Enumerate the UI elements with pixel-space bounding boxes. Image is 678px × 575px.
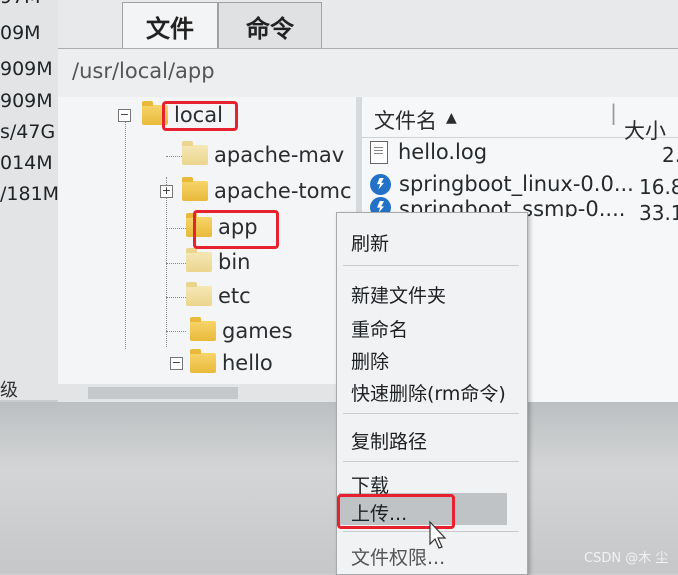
menu-item-rename[interactable]: 重命名 [351, 315, 408, 342]
expand-icon[interactable]: + [160, 185, 173, 198]
tree-item-label: etc [218, 284, 251, 308]
file-name: hello.log [398, 140, 488, 164]
menu-item-new-folder[interactable]: 新建文件夹 [351, 281, 446, 308]
column-header-size[interactable]: 大小 [624, 115, 666, 145]
size-value: 09M [0, 22, 41, 44]
file-list-header: 文件名 ▲ | 大小 [362, 97, 678, 143]
tree-item-label: apache-mav [214, 143, 345, 167]
menu-item-quick-delete[interactable]: 快速删除(rm命令) [351, 379, 506, 406]
tree-item-hello[interactable]: hello [190, 349, 273, 375]
menu-separator [343, 461, 519, 462]
document-icon [370, 140, 388, 164]
tree-item-apache-tomcat[interactable]: apache-tomc [182, 177, 352, 203]
sort-ascending-icon: ▲ [446, 110, 457, 126]
tree-scrollbar[interactable] [58, 384, 358, 402]
tree-line [125, 119, 126, 349]
tree-item-label: hello [222, 351, 273, 375]
menu-separator [343, 265, 519, 266]
java-jar-icon [370, 173, 391, 195]
menu-separator [343, 413, 519, 414]
watermark: CSDN @木 尘 [584, 551, 669, 566]
path-bar[interactable]: /usr/local/app [58, 48, 678, 98]
tree-item-label: bin [218, 250, 251, 274]
size-value: 97M [0, 0, 41, 8]
folder-icon [182, 177, 208, 201]
tree-item-apache-maven[interactable]: apache-mav [182, 141, 345, 167]
tree-line [166, 156, 182, 157]
menu-item-copy-path[interactable]: 复制路径 [351, 427, 427, 454]
tab-bar: 文件 命令 [58, 0, 678, 49]
tree-line [166, 263, 186, 264]
size-value: 909M [0, 90, 53, 112]
folder-icon [186, 282, 212, 306]
folder-icon [186, 248, 212, 272]
tree-item-etc[interactable]: etc [186, 282, 251, 308]
tree-item-games[interactable]: games [190, 317, 293, 343]
tree-item-label: games [222, 319, 293, 343]
file-name: springboot_linux-0.0... [399, 172, 634, 196]
size-value: /181M [0, 183, 60, 205]
column-header-name[interactable]: 文件名 [374, 105, 437, 135]
tree-item-label: apache-tomc [214, 179, 352, 203]
tree-line [166, 228, 186, 229]
left-size-strip: 97M 09M 909M 909M s/47G 014M /181M [0, 0, 60, 400]
tree-line [166, 297, 186, 298]
mouse-cursor-icon [429, 520, 447, 549]
status-text: 级 [0, 380, 18, 401]
path-text: /usr/local/app [72, 59, 215, 83]
scrollbar-thumb[interactable] [88, 387, 238, 399]
tree-line [166, 331, 186, 332]
file-size: 33.1 [639, 201, 678, 225]
folder-icon [182, 141, 208, 165]
menu-item-delete[interactable]: 删除 [351, 347, 389, 374]
tab-files[interactable]: 文件 [122, 2, 218, 49]
menu-item-refresh[interactable]: 刷新 [351, 229, 389, 256]
highlight-box-local [162, 101, 238, 131]
size-value: 909M [0, 58, 53, 80]
tab-commands[interactable]: 命令 [218, 2, 322, 49]
size-value: s/47G [0, 121, 56, 143]
size-value: 014M [0, 152, 53, 174]
folder-icon [190, 317, 216, 341]
file-size: 2. [662, 143, 678, 167]
collapse-icon[interactable]: − [170, 357, 183, 370]
tree-line [166, 177, 167, 347]
file-row[interactable]: hello.log [370, 137, 487, 167]
column-separator: | [610, 101, 618, 125]
folder-icon [190, 349, 216, 373]
file-size: 16.8 [639, 175, 678, 199]
collapse-icon[interactable]: − [118, 109, 131, 122]
file-row[interactable]: springboot_linux-0.0... [370, 169, 634, 199]
highlight-box-app [193, 210, 279, 249]
tree-item-bin[interactable]: bin [186, 248, 251, 274]
